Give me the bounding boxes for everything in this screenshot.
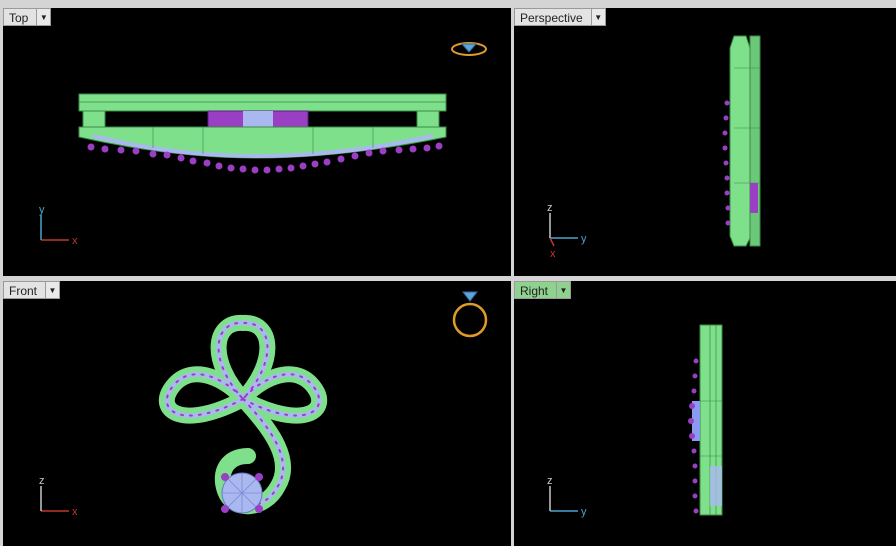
viewport-label-top: Top [9,11,29,25]
top-view-scene: x y [39,42,487,247]
viewport-label-right: Right [520,284,549,298]
ring-icon [452,291,488,338]
axis-label-h: y [581,233,587,245]
right-view-scene: y z [547,324,723,518]
axis-label-v: z [39,475,45,487]
axis-label-h: y [581,506,587,518]
center-stone [221,472,263,514]
axis-label-h: x [72,235,78,247]
perspective-view-scene: y z x [547,35,761,260]
viewport-tab-perspective[interactable]: Perspective ▼ [514,8,606,26]
chevron-down-icon[interactable]: ▼ [590,9,605,25]
viewport-label-front: Front [9,284,38,298]
viewport-top[interactable]: Top ▼ x y [3,8,511,276]
axis-label-d: x [550,248,556,260]
viewport-tab-front[interactable]: Front ▼ [3,281,61,299]
chevron-down-icon[interactable]: ▼ [45,282,60,298]
chevron-down-icon[interactable]: ▼ [36,9,51,25]
viewport-perspective[interactable]: Perspective ▼ y z x [514,8,896,276]
viewport-tab-right[interactable]: Right ▼ [514,281,572,299]
viewport-right[interactable]: Right ▼ y z [514,281,896,546]
axis-label-v: z [547,475,553,487]
viewport-label-perspective: Perspective [520,11,583,25]
front-view-scene: x z [39,291,488,518]
axis-label-v: y [39,204,45,216]
chevron-down-icon[interactable]: ▼ [556,282,571,298]
axis-label-h: x [72,506,78,518]
axis-label-v: z [547,202,553,214]
ring-icon [451,42,487,56]
viewport-tab-top[interactable]: Top ▼ [3,8,52,26]
viewport-front[interactable]: Front ▼ x z [3,281,511,546]
